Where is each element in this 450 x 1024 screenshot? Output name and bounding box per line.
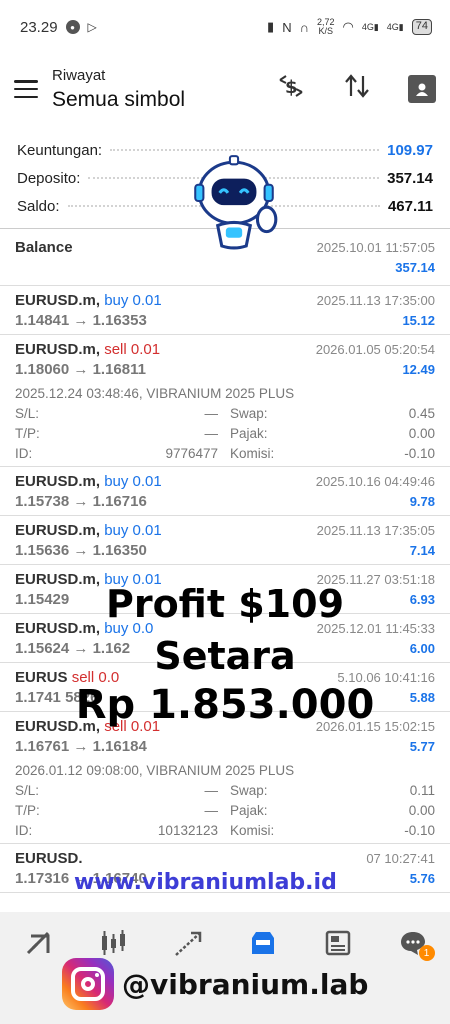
quotes-icon[interactable] [18,923,58,963]
profit-value: 109.97 [387,141,433,159]
instagram-icon [62,958,114,1010]
trade-profit: 9.78 [409,494,435,509]
trade-row[interactable]: EURUSD.m, buy 0.01 2025.10.16 04:49:46 1… [0,467,450,516]
trade-prices: 1.16761 → 1.16184 [15,738,147,755]
signal-2: 4G▮ [386,21,404,32]
svg-text:$: $ [285,77,298,98]
trade-row[interactable]: EURUSD.m, buy 0.01 2025.11.13 17:35:05 1… [0,516,450,565]
swap-value: 0.45 [408,406,435,421]
id-value: 9776477 [165,446,218,461]
trade-row-expanded[interactable]: EURUSD.m, sell 0.01 2026.01.15 15:02:15 … [0,712,450,844]
tp-value: — [204,803,219,818]
trade-side: sell 0.01 [104,341,161,358]
chart-icon[interactable] [93,923,133,963]
nfc-icon: N [282,19,292,35]
news-icon[interactable] [318,923,358,963]
network-speed: 2,72 K/S [316,17,335,36]
menu-icon[interactable] [14,80,38,98]
trade-prices: 1.14841 → 1.16353 [15,312,147,329]
trade-profit: 15.12 [402,313,435,328]
trade-meta: 2025.12.24 03:48:46, VIBRANIUM 2025 PLUS [15,386,295,401]
tax-value: 0.00 [408,426,435,441]
header-title[interactable]: Semua simbol [52,88,276,112]
messages-badge: 1 [418,945,435,961]
trade-prices: 1.15738 → 1.16716 [15,493,147,510]
tax-value: 0.00 [408,803,435,818]
promo-profit-text: Profit $109 [105,582,345,626]
trade-symbol: EURUSD.m, [15,341,101,358]
trade-time: 2025.11.13 17:35:00 [316,293,435,308]
trade-details: 2025.12.24 03:48:46, VIBRANIUM 2025 PLUS… [15,386,435,461]
battery-indicator: 74 [411,19,432,35]
balance-row[interactable]: Balance 2025.10.01 11:57:05 357.14 [0,229,450,286]
balance-amount: 357.14 [395,260,435,275]
trade-time: 2025.10.16 04:49:46 [315,474,435,489]
balance-value: 467.11 [387,197,433,215]
trade-symbol: EURUSD.m, [15,522,101,539]
trade-profit: 5.76 [409,871,435,886]
trade-time: 2026.01.05 05:20:54 [315,342,435,357]
trade-profit: 7.14 [409,543,435,558]
promo-rupiah-text: Rp 1.853.000 [75,682,375,728]
tp-value: — [204,426,219,441]
signal-1: 4G▮ [361,21,379,32]
trade-symbol: EURUSD.m, [15,473,101,490]
currency-exchange-icon[interactable]: $ [276,71,306,108]
instagram-promo: @vibranium.lab [62,958,368,1010]
trade-details: 2026.01.12 09:08:00, VIBRANIUM 2025 PLUS… [15,763,435,838]
trade-side: buy 0.01 [104,522,162,539]
sl-value: — [204,406,219,421]
trade-time: 2025.11.13 17:35:05 [316,523,435,538]
trade-time: 07 10:27:41 [366,851,435,866]
play-icon: ▷ [87,20,97,34]
calendar-icon[interactable] [408,75,436,103]
sl-value: — [204,783,219,798]
instagram-handle: @vibranium.lab [122,967,369,1001]
vibrate-icon: ▮ [267,19,275,34]
status-bar: 23.29 ● ▷ ▮ N ∩ 2,72 K/S ◠ 4G▮ 4G▮ 74 [0,0,450,54]
trade-row-expanded[interactable]: EURUSD.m, sell 0.01 2026.01.05 05:20:54 … [0,335,450,467]
trade-symbol: EURUSD.m, [15,292,101,309]
balance-time: 2025.10.01 11:57:05 [316,240,435,255]
trade-profit: 5.77 [409,739,435,754]
header-subtitle: Riwayat [52,66,106,84]
trade-side: buy 0.01 [104,292,162,309]
history-icon[interactable] [243,923,283,963]
headphone-icon: ∩ [299,19,309,35]
wifi-icon: ◠ [342,19,354,34]
status-time: 23.29 [20,18,58,36]
deposit-value: 357.14 [387,169,433,187]
trade-row[interactable]: EURUSD.m, buy 0.01 2025.11.13 17:35:00 1… [0,286,450,335]
app-notification-icon: ● [65,20,80,34]
messages-icon[interactable]: 1 [393,923,435,963]
promo-equivalent-text: Setara [154,634,296,678]
swap-value: 0.11 [409,783,435,798]
trade-side: buy 0.01 [104,473,162,490]
trade-prices: 1.18060 → 1.16811 [15,361,146,378]
trade-meta: 2026.01.12 09:08:00, VIBRANIUM 2025 PLUS [15,763,295,778]
commission-value: -0.10 [404,823,435,838]
commission-value: -0.10 [404,446,435,461]
trade-symbol: EURUSD. [15,850,83,867]
app-header: Riwayat Semua simbol $ [0,54,450,124]
sort-icon[interactable] [342,71,372,108]
balance-label: Balance [15,239,73,256]
id-value: 10132123 [157,823,218,838]
trade-icon[interactable] [168,923,208,963]
trade-prices: 1.15636 → 1.16350 [15,542,147,559]
trade-profit: 12.49 [402,362,435,377]
promo-website-url: www.vibraniumlab.id [74,870,337,895]
